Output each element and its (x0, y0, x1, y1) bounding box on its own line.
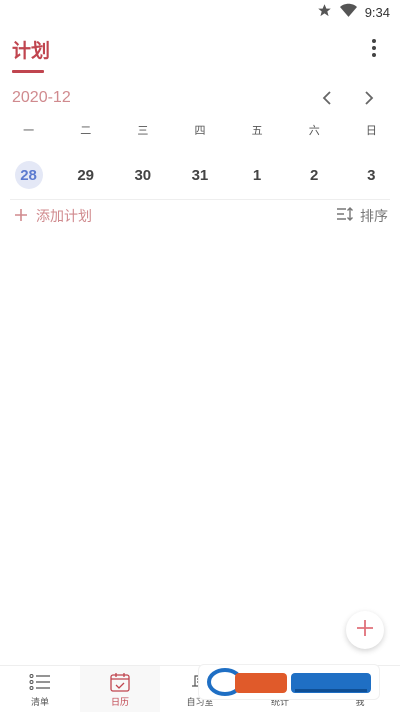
weekday-label: 三 (137, 124, 149, 137)
date-number: 3 (367, 166, 376, 184)
plus-icon (14, 207, 28, 226)
date-cell[interactable]: 30 (114, 158, 171, 192)
add-plan-button[interactable]: 添加计划 (14, 206, 92, 226)
date-number: 31 (191, 166, 209, 184)
weekday-label: 五 (251, 124, 263, 137)
plan-actions: 添加计划 排序 (0, 204, 400, 230)
date-cell[interactable]: 3 (343, 158, 400, 192)
nav-label: 清单 (30, 698, 49, 708)
calendar-icon (109, 671, 131, 693)
status-time: 9:34 (364, 4, 390, 20)
star-icon (317, 3, 332, 22)
add-plan-label: 添加计划 (36, 209, 92, 225)
week-dates: 28 29 30 31 1 2 3 (0, 158, 400, 192)
chevron-left-icon (321, 90, 333, 110)
page-title: 计划 (12, 40, 51, 62)
sort-label: 排序 (360, 209, 388, 225)
nav-label: 日历 (110, 698, 129, 708)
sort-icon (336, 206, 354, 226)
date-cell[interactable]: 29 (57, 158, 114, 192)
sort-button[interactable]: 排序 (336, 206, 388, 226)
app-header: 计划 (0, 30, 400, 80)
weekday-label: 日 (365, 124, 377, 137)
prev-week-button[interactable] (316, 89, 338, 111)
month-label[interactable]: 2020-12 (12, 89, 71, 107)
floating-add-button[interactable] (346, 611, 384, 649)
divider (10, 199, 390, 200)
chevron-right-icon (363, 90, 375, 110)
nav-item-calendar[interactable]: 日历 (80, 666, 160, 712)
nav-item-list[interactable]: 清单 (0, 666, 80, 712)
date-cell[interactable]: 1 (229, 158, 286, 192)
date-number-selected: 28 (14, 161, 43, 189)
weekday-label: 一 (23, 124, 35, 137)
more-vertical-icon (371, 38, 377, 62)
date-number: 2 (310, 166, 319, 184)
plus-icon (355, 618, 375, 642)
weekday-label: 二 (80, 124, 92, 137)
status-icons: 9:34 (317, 3, 390, 21)
more-options-button[interactable] (362, 38, 386, 62)
status-bar: 9:34 (0, 0, 400, 24)
weekday-label: 四 (194, 124, 206, 137)
date-number: 1 (252, 166, 262, 184)
weekday-label: 六 (308, 124, 320, 137)
next-week-button[interactable] (358, 89, 380, 111)
title-tab[interactable]: 计划 (12, 36, 50, 63)
date-cell[interactable]: 28 (0, 158, 57, 192)
site-watermark-logo (198, 664, 380, 700)
date-cell[interactable]: 2 (286, 158, 343, 192)
date-number: 30 (134, 166, 152, 184)
list-icon (29, 671, 51, 693)
date-number: 29 (77, 166, 95, 184)
date-cell[interactable]: 31 (171, 158, 228, 192)
month-selector: 2020-12 (0, 85, 400, 115)
weekday-header: 一 二 三 四 五 六 日 (0, 122, 400, 142)
wifi-icon (339, 3, 357, 22)
title-underline (12, 70, 44, 73)
